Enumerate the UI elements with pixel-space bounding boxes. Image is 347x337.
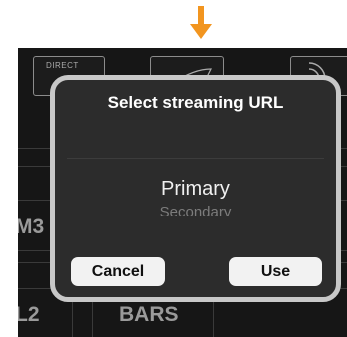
top-button-text: DIRECT: [46, 61, 79, 70]
down-arrow-icon: [190, 6, 212, 39]
cancel-button[interactable]: Cancel: [71, 257, 165, 286]
select-url-dialog: Select streaming URL Primary Secondary C…: [50, 75, 341, 302]
channel-label-l2[interactable]: L2: [18, 303, 40, 327]
channel-label-m3[interactable]: M3: [18, 215, 44, 239]
picker-option-primary[interactable]: Primary: [55, 178, 336, 201]
bars-button[interactable]: BARS: [119, 303, 179, 327]
picker-separator: [67, 158, 324, 159]
dialog-title: Select streaming URL: [107, 93, 284, 112]
use-button[interactable]: Use: [229, 257, 322, 286]
picker-option-secondary[interactable]: Secondary: [55, 204, 336, 216]
